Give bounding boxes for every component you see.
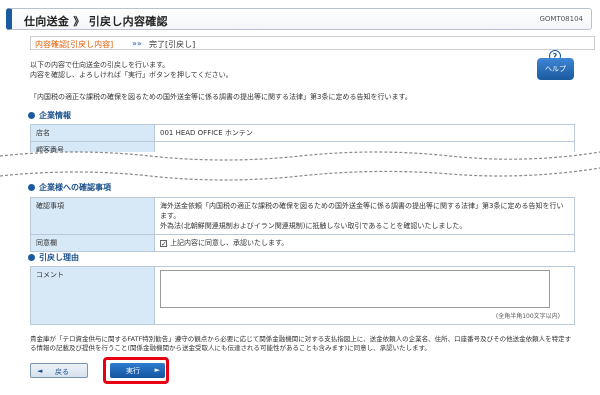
reason-table: コメント (全角半角100文字以内) — [30, 266, 575, 325]
table-row: コメント (全角半角100文字以内) — [30, 266, 575, 325]
company-info-heading-text: 企業情報 — [39, 111, 71, 120]
agree-text: 上記内容に同意し、承認いたします。 — [170, 239, 289, 247]
table-row: 同意欄 ✓ 上記内容に同意し、承認いたします。 — [30, 234, 575, 252]
confirmation-heading: 企業様への確認事項 — [28, 182, 111, 193]
omitted-content-divider — [0, 151, 600, 181]
store-name-label: 店名 — [30, 124, 155, 142]
comment-textarea[interactable] — [160, 270, 550, 308]
left-arrow-icon: ◄ — [37, 367, 43, 375]
intro-line-3: 「内国税の適正な課税の確保を図るための国外送金等に係る調書の提出等に関する法律」… — [30, 93, 412, 101]
section-bullet-icon — [28, 112, 35, 119]
section-bullet-icon — [28, 254, 35, 261]
reason-heading-text: 引戻し理由 — [39, 253, 79, 262]
agree-checkbox[interactable]: ✓ — [160, 240, 167, 248]
confirm-line-2: 外為法(北朝鮮関連規制およびイラン関連規制)に抵触しない取引であることを確認いた… — [160, 222, 467, 230]
section-bullet-icon — [28, 184, 35, 191]
intro-line-1: 以下の内容で仕向送金の引戻しを行います。 — [30, 61, 170, 69]
back-button[interactable]: ◄ 戻る — [30, 363, 88, 378]
char-limit-note: (全角半角100文字以内) — [495, 313, 560, 320]
step-indicator: 内容確認[引戻し内容] »» 完了[引戻し] — [30, 36, 595, 50]
confirm-items-value: 海外送金依頼「内国税の適正な課税の確保を図るための国外送金等に係る調書の提出等に… — [154, 197, 575, 235]
step-current: 内容確認[引戻し内容] — [35, 40, 114, 49]
fatf-disclaimer: 貴金庫が「テロ資金供与に関するFATF特別勧告」遵守の観点から必要に応じて関係金… — [30, 335, 572, 352]
confirm-line-1: 海外送金依頼「内国税の適正な課税の確保を図るための国外送金等に係る調書の提出等に… — [160, 202, 564, 220]
confirmation-table: 確認事項 海外送金依頼「内国税の適正な課税の確保を図るための国外送金等に係る調書… — [30, 197, 575, 252]
step-separator: »» — [132, 39, 142, 48]
agree-label: 同意欄 — [30, 234, 155, 252]
page-header: 仕向送金 》 引戻し内容確認 GOMT08104 — [6, 8, 592, 30]
back-button-label: 戻る — [55, 368, 69, 376]
step-next: 完了[引戻し] — [149, 40, 196, 49]
store-name-value: 001 HEAD OFFICE ホンテン — [154, 124, 575, 142]
comment-cell: (全角半角100文字以内) — [154, 266, 575, 325]
intro-line-2: 内容を確認し、よろしければ「実行」ボタンを押してください。 — [30, 71, 233, 79]
intro-text: 以下の内容で仕向送金の引戻しを行います。 内容を確認し、よろしければ「実行」ボタ… — [30, 60, 233, 80]
company-info-heading: 企業情報 — [28, 110, 71, 121]
execute-button[interactable]: 実行 ► — [110, 363, 165, 378]
page-title: 仕向送金 》 引戻し内容確認 — [24, 15, 168, 28]
agree-value: ✓ 上記内容に同意し、承認いたします。 — [154, 234, 575, 252]
confirm-items-label: 確認事項 — [30, 197, 155, 235]
screen-id: GOMT08104 — [539, 15, 583, 23]
execute-button-label: 実行 — [126, 367, 140, 375]
table-row: 店名 001 HEAD OFFICE ホンテン — [30, 124, 575, 142]
reason-heading: 引戻し理由 — [28, 252, 79, 263]
help-button[interactable]: ヘルプ — [537, 58, 574, 80]
right-arrow-icon: ► — [154, 366, 160, 374]
confirmation-heading-text: 企業様への確認事項 — [39, 183, 111, 192]
comment-label: コメント — [30, 266, 155, 325]
table-row: 確認事項 海外送金依頼「内国税の適正な課税の確保を図るための国外送金等に係る調書… — [30, 197, 575, 235]
